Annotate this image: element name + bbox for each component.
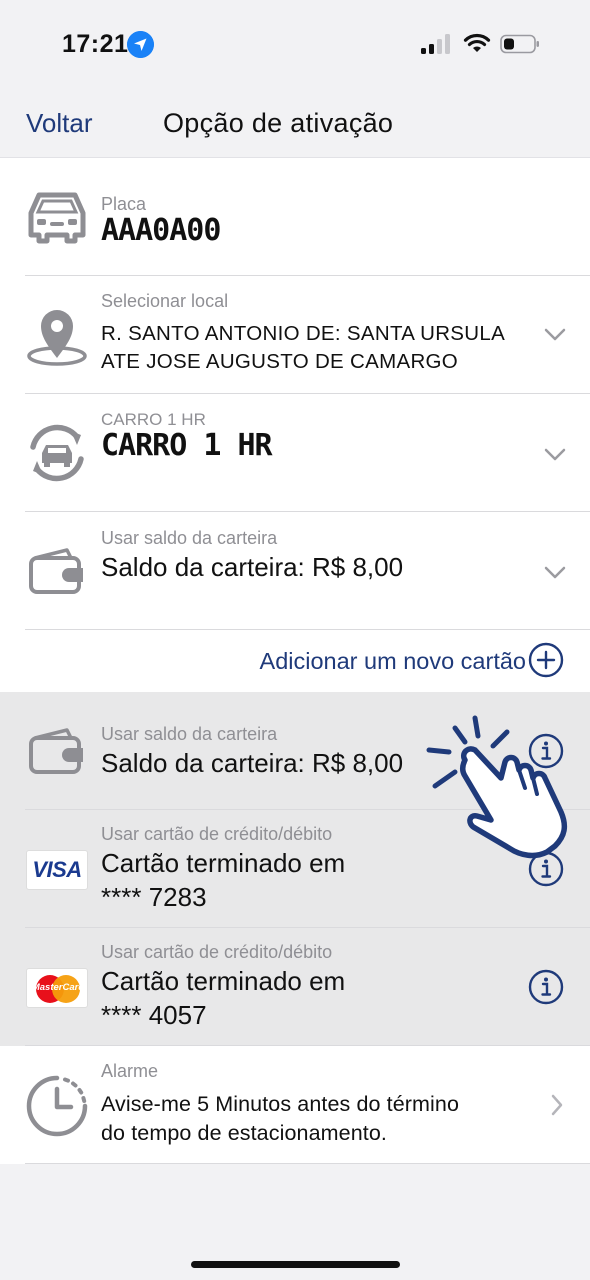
alarm-line-2: do tempo de estacionamento.	[101, 1121, 387, 1145]
card-line-1: Cartão terminado em	[101, 966, 346, 996]
location-label: Selecionar local	[101, 291, 229, 311]
location-arrow-icon	[127, 31, 154, 58]
plate-value: AAA0A00	[101, 213, 221, 248]
car-icon	[24, 188, 90, 246]
tap-hand-icon	[426, 715, 568, 859]
wallet-icon	[24, 724, 90, 780]
payment-option-label: Usar cartão de crédito/débito	[101, 824, 333, 844]
rate-label: CARRO 1 HR	[101, 410, 206, 429]
home-indicator[interactable]	[191, 1261, 400, 1268]
battery-icon	[500, 34, 539, 54]
add-card-row[interactable]: Adicionar um novo cartão	[0, 630, 590, 692]
payment-method-value: Saldo da carteira: R$ 8,00	[101, 552, 404, 582]
location-row[interactable]: Selecionar local R. SANTO ANTONIO DE: SA…	[0, 276, 590, 394]
cellular-signal-icon	[421, 34, 453, 54]
payment-option-label: Usar cartão de crédito/débito	[101, 942, 333, 962]
mastercard-brand-logo: MasterCard	[26, 968, 88, 1008]
add-card-button[interactable]: Adicionar um novo cartão	[260, 648, 526, 675]
page-title: Opção de ativação	[163, 108, 394, 138]
status-bar: 17:21	[0, 0, 590, 90]
add-circle-icon[interactable]	[528, 642, 564, 678]
divider	[25, 1163, 590, 1164]
alarm-row[interactable]: Alarme Avise-me 5 Minutos antes do térmi…	[0, 1046, 590, 1164]
visa-brand-logo: VISA	[26, 850, 88, 890]
map-pin-icon	[24, 304, 90, 368]
car-refresh-icon	[24, 420, 90, 486]
chevron-down-icon[interactable]	[544, 566, 566, 580]
rate-row[interactable]: CARRO 1 HR CARRO 1 HR	[0, 394, 590, 512]
alarm-line-1: Avise-me 5 Minutos antes do término	[101, 1092, 460, 1116]
payment-option-label: Usar saldo da carteira	[101, 724, 278, 744]
card-number: **** 7283	[101, 882, 207, 912]
chevron-down-icon[interactable]	[544, 328, 566, 342]
info-icon[interactable]	[528, 969, 564, 1005]
wifi-icon	[463, 33, 491, 52]
status-time: 17:21	[62, 30, 129, 58]
plate-label: Placa	[101, 194, 147, 214]
location-line-2: ATE JOSE AUGUSTO DE CAMARGO	[101, 350, 459, 373]
navigation-bar: Voltar Opção de ativação	[0, 90, 590, 158]
chevron-right-icon[interactable]	[550, 1094, 564, 1116]
payment-method-row[interactable]: Usar saldo da carteira Saldo da carteira…	[0, 512, 590, 630]
visa-logo-icon: VISA	[24, 849, 90, 891]
payment-option-value: Saldo da carteira: R$ 8,00	[101, 748, 404, 778]
payment-method-label: Usar saldo da carteira	[101, 528, 278, 548]
chevron-down-icon[interactable]	[544, 448, 566, 462]
mastercard-logo-icon: MasterCard	[24, 967, 90, 1009]
card-number: **** 4057	[101, 1000, 207, 1030]
activation-options-list: Placa AAA0A00 Selecionar local R. SANTO …	[0, 158, 590, 1164]
wallet-icon	[24, 544, 90, 600]
plate-row[interactable]: Placa AAA0A00	[0, 158, 590, 276]
back-button[interactable]: Voltar	[26, 108, 93, 139]
card-line-1: Cartão terminado em	[101, 848, 346, 878]
clock-timer-icon	[24, 1074, 90, 1138]
payment-option-mastercard[interactable]: MasterCard Usar cartão de crédito/débito…	[0, 928, 590, 1046]
alarm-label: Alarme	[101, 1061, 159, 1081]
rate-value: CARRO 1 HR	[101, 428, 273, 463]
location-line-1: R. SANTO ANTONIO DE: SANTA URSULA	[101, 322, 506, 345]
